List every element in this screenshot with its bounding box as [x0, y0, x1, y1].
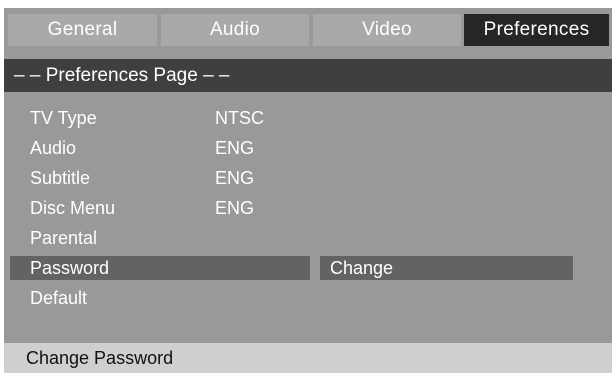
menu-item-value: ENG	[215, 198, 255, 218]
screen: General Audio Video Preferences – – Pref…	[0, 0, 616, 375]
menu-item-value: NTSC	[215, 108, 264, 128]
menu-item-subtitle[interactable]: Subtitle ENG	[10, 166, 310, 190]
change-password-option[interactable]: Change	[320, 256, 573, 280]
menu-item-default[interactable]: Default	[10, 286, 310, 310]
menu-item-label: Default	[30, 288, 88, 308]
menu-item-parental[interactable]: Parental	[10, 226, 310, 250]
tab-preferences[interactable]: Preferences	[464, 14, 609, 46]
menu-item-password[interactable]: Password	[10, 256, 310, 280]
menu-item-disc-menu[interactable]: Disc Menu ENG	[10, 196, 310, 220]
menu-item-label: Disc Menu	[30, 198, 116, 218]
menu-item-tv-type[interactable]: TV Type NTSC	[10, 106, 310, 130]
page-header: – – Preferences Page – –	[4, 59, 612, 92]
tab-audio[interactable]: Audio	[161, 14, 309, 46]
page-title: – – Preferences Page – –	[14, 65, 230, 86]
menu-item-label: Parental	[30, 228, 98, 248]
setup-menu-panel: General Audio Video Preferences – – Pref…	[4, 8, 612, 373]
menu-item-audio[interactable]: Audio ENG	[10, 136, 310, 160]
status-text: Change Password	[26, 348, 174, 368]
submenu-option-label: Change	[330, 258, 394, 278]
status-bar: Change Password	[4, 343, 612, 373]
menu-item-label: Password	[30, 258, 110, 278]
menu-item-value: ENG	[215, 138, 255, 158]
menu-item-label: TV Type	[30, 108, 97, 128]
menu-item-value: ENG	[215, 168, 255, 188]
menu-item-label: Subtitle	[30, 168, 91, 188]
tab-video[interactable]: Video	[313, 14, 461, 46]
menu-item-label: Audio	[30, 138, 77, 158]
tab-general[interactable]: General	[8, 14, 157, 46]
